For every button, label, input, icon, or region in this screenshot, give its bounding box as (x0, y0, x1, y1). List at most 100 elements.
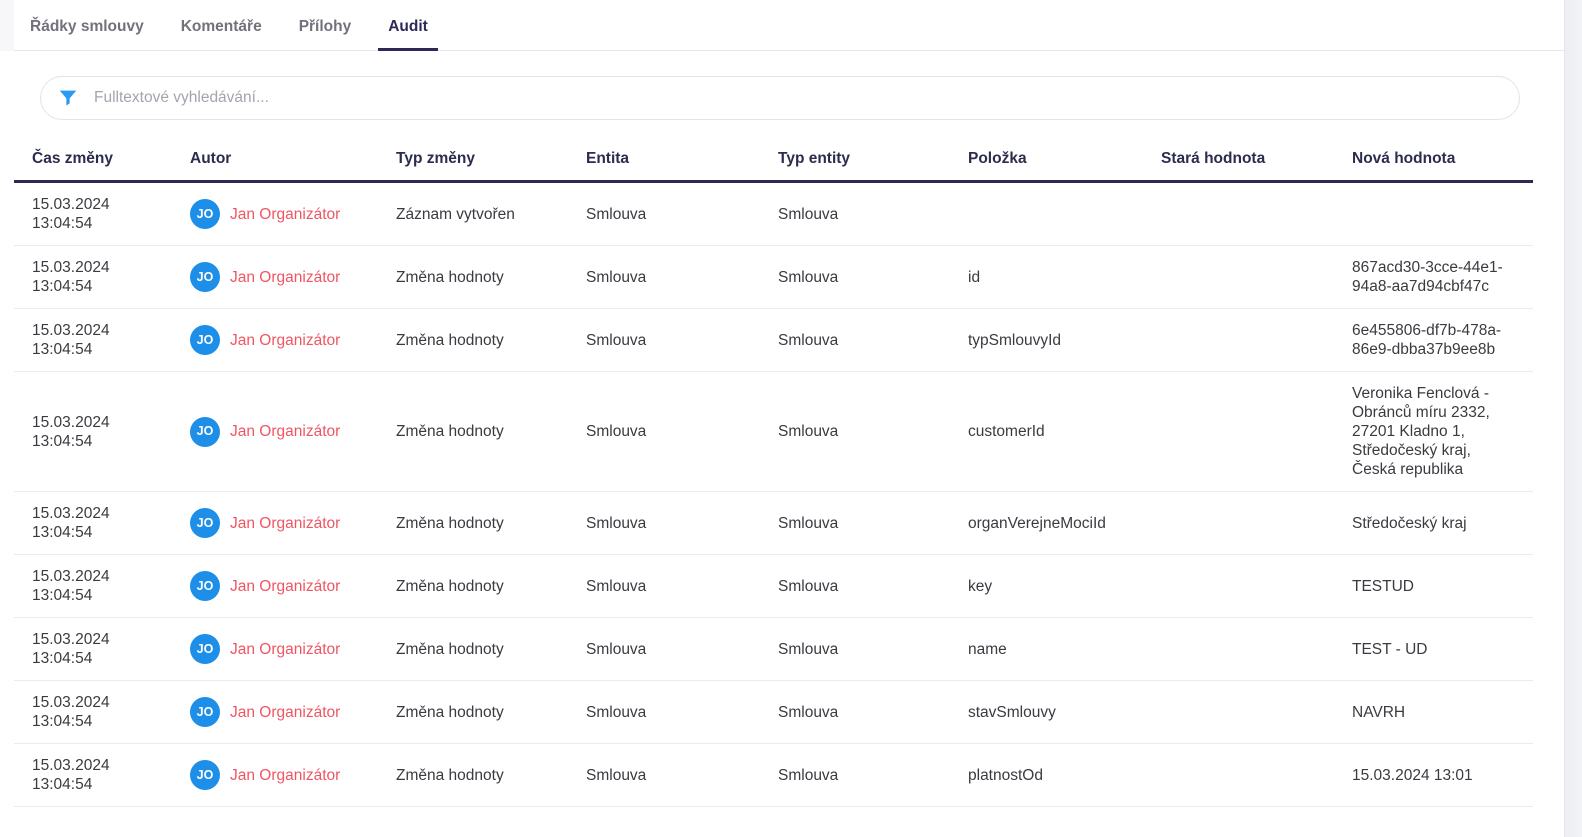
author-cell: JO Jan Organizátor (190, 744, 396, 807)
new-value-cell (1352, 182, 1533, 246)
vertical-scrollbar[interactable] (1564, 0, 1582, 837)
change-type-cell: Záznam vytvořen (396, 182, 586, 246)
change-time-cell: 15.03.2024 13:04:54 (14, 246, 190, 309)
change-date: 15.03.2024 (32, 756, 174, 775)
entity-type-cell: Smlouva (778, 182, 968, 246)
table-header-row: Čas změny Autor Typ změny Entita Typ ent… (14, 140, 1533, 182)
change-date: 15.03.2024 (32, 413, 174, 432)
change-date: 15.03.2024 (32, 567, 174, 586)
new-value-cell: Středočeský kraj (1352, 492, 1533, 555)
item-cell: platnostOd (968, 744, 1161, 807)
old-value-cell (1161, 246, 1352, 309)
change-time: 13:04:54 (32, 712, 174, 731)
col-header-cas-zmeny: Čas změny (14, 140, 190, 182)
change-time: 13:04:54 (32, 523, 174, 542)
author-cell: JO Jan Organizátor (190, 182, 396, 246)
new-value-cell: 15.03.2024 13:01 (1352, 744, 1533, 807)
old-value-cell (1161, 555, 1352, 618)
avatar: JO (190, 760, 220, 790)
change-type-cell: Změna hodnoty (396, 681, 586, 744)
author-name-link[interactable]: Jan Organizátor (230, 577, 340, 596)
new-value-cell: Veronika Fenclová - Obránců míru 2332, 2… (1352, 372, 1533, 492)
change-type-cell: Změna hodnoty (396, 309, 586, 372)
author-cell: JO Jan Organizátor (190, 681, 396, 744)
col-header-stara-hodnota: Stará hodnota (1161, 140, 1352, 182)
author-cell: JO Jan Organizátor (190, 492, 396, 555)
new-value-cell: 867acd30-3cce-44e1-94a8-aa7d94cbf47c (1352, 246, 1533, 309)
item-cell: key (968, 555, 1161, 618)
old-value-cell (1161, 744, 1352, 807)
avatar: JO (190, 325, 220, 355)
col-header-nova-hodnota: Nová hodnota (1352, 140, 1533, 182)
old-value-cell (1161, 309, 1352, 372)
item-cell: customerId (968, 372, 1161, 492)
col-header-entita: Entita (586, 140, 778, 182)
table-row: 15.03.2024 13:04:54 JO Jan Organizátor Z… (14, 744, 1533, 807)
avatar: JO (190, 697, 220, 727)
author-cell: JO Jan Organizátor (190, 246, 396, 309)
filter-funnel-icon[interactable] (57, 87, 79, 109)
entity-cell: Smlouva (586, 681, 778, 744)
new-value-cell: 6e455806-df7b-478a-86e9-dbba37b9ee8b (1352, 309, 1533, 372)
entity-type-cell: Smlouva (778, 492, 968, 555)
author-name-link[interactable]: Jan Organizátor (230, 422, 340, 441)
entity-type-cell: Smlouva (778, 744, 968, 807)
audit-table-body: 15.03.2024 13:04:54 JO Jan Organizátor Z… (14, 182, 1533, 807)
audit-table: Čas změny Autor Typ změny Entita Typ ent… (14, 140, 1533, 807)
change-type-cell: Změna hodnoty (396, 492, 586, 555)
item-cell (968, 182, 1161, 246)
old-value-cell (1161, 182, 1352, 246)
author-name-link[interactable]: Jan Organizátor (230, 640, 340, 659)
author-name-link[interactable]: Jan Organizátor (230, 766, 340, 785)
table-row: 15.03.2024 13:04:54 JO Jan Organizátor Z… (14, 309, 1533, 372)
change-type-cell: Změna hodnoty (396, 246, 586, 309)
author-cell: JO Jan Organizátor (190, 372, 396, 492)
entity-cell: Smlouva (586, 309, 778, 372)
change-type-cell: Změna hodnoty (396, 372, 586, 492)
change-date: 15.03.2024 (32, 258, 174, 277)
change-time: 13:04:54 (32, 432, 174, 451)
entity-cell: Smlouva (586, 182, 778, 246)
entity-type-cell: Smlouva (778, 555, 968, 618)
change-type-cell: Změna hodnoty (396, 618, 586, 681)
change-time-cell: 15.03.2024 13:04:54 (14, 309, 190, 372)
change-time: 13:04:54 (32, 277, 174, 296)
change-date: 15.03.2024 (32, 630, 174, 649)
change-time-cell: 15.03.2024 13:04:54 (14, 182, 190, 246)
entity-type-cell: Smlouva (778, 681, 968, 744)
entity-type-cell: Smlouva (778, 246, 968, 309)
col-header-typ-entity: Typ entity (778, 140, 968, 182)
tab-radky-smlouvy[interactable]: Řádky smlouvy (20, 18, 154, 50)
tab-bar: Řádky smlouvy Komentáře Přílohy Audit (0, 0, 1564, 51)
author-name-link[interactable]: Jan Organizátor (230, 703, 340, 722)
change-date: 15.03.2024 (32, 195, 174, 214)
old-value-cell (1161, 681, 1352, 744)
change-time: 13:04:54 (32, 775, 174, 794)
table-row: 15.03.2024 13:04:54 JO Jan Organizátor Z… (14, 372, 1533, 492)
old-value-cell (1161, 372, 1352, 492)
author-name-link[interactable]: Jan Organizátor (230, 514, 340, 533)
tab-audit[interactable]: Audit (378, 18, 438, 50)
avatar: JO (190, 417, 220, 447)
author-cell: JO Jan Organizátor (190, 618, 396, 681)
table-row: 15.03.2024 13:04:54 JO Jan Organizátor Z… (14, 492, 1533, 555)
tab-komentare[interactable]: Komentáře (171, 18, 272, 50)
author-name-link[interactable]: Jan Organizátor (230, 268, 340, 287)
author-name-link[interactable]: Jan Organizátor (230, 205, 340, 224)
avatar: JO (190, 199, 220, 229)
new-value-cell: TESTUD (1352, 555, 1533, 618)
tab-prilohy[interactable]: Přílohy (289, 18, 362, 50)
entity-cell: Smlouva (586, 618, 778, 681)
avatar: JO (190, 571, 220, 601)
page-edge-artifact (0, 0, 14, 51)
table-row: 15.03.2024 13:04:54 JO Jan Organizátor Z… (14, 681, 1533, 744)
entity-cell: Smlouva (586, 744, 778, 807)
change-time-cell: 15.03.2024 13:04:54 (14, 492, 190, 555)
author-cell: JO Jan Organizátor (190, 309, 396, 372)
search-input[interactable] (92, 88, 1503, 108)
change-type-cell: Změna hodnoty (396, 744, 586, 807)
author-name-link[interactable]: Jan Organizátor (230, 331, 340, 350)
entity-cell: Smlouva (586, 555, 778, 618)
entity-type-cell: Smlouva (778, 618, 968, 681)
item-cell: name (968, 618, 1161, 681)
